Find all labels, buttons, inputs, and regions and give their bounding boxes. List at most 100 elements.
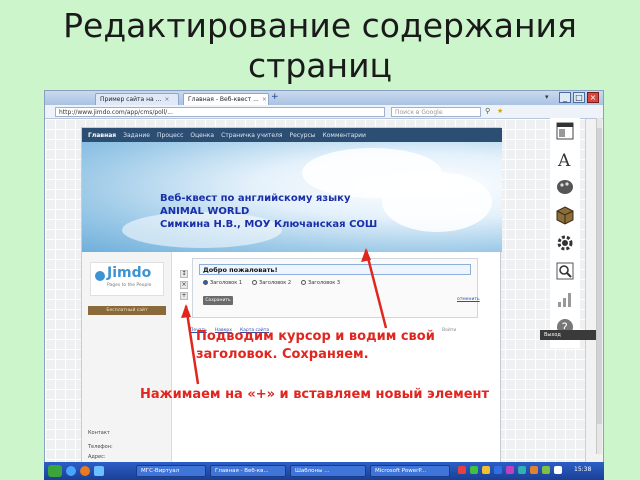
tray-icon[interactable]	[506, 466, 514, 474]
taskbar-item[interactable]: Шаблоны ...	[290, 465, 366, 477]
browser-screenshot: Пример сайта на ... × Главная - Веб-квест…	[44, 90, 604, 480]
stats-icon[interactable]	[554, 288, 576, 310]
nav-item-evaluation[interactable]: Оценка	[190, 132, 214, 139]
site-banner: Веб-квест по английскому языку ANIMAL WO…	[160, 192, 377, 231]
site-nav: Главная Задание Процесс Оценка Страничка…	[82, 128, 502, 142]
maximize-button[interactable]: □	[573, 92, 585, 103]
nav-item-process[interactable]: Процесс	[157, 132, 183, 139]
radio-option[interactable]: Заголовок 3	[301, 280, 340, 286]
header-image: Веб-квест по английскому языку ANIMAL WO…	[82, 142, 502, 252]
radio-label: Заголовок 1	[210, 280, 243, 286]
taskbar-item[interactable]: МГС-Виртуал	[136, 465, 206, 477]
tray-icon[interactable]	[554, 466, 562, 474]
scrollbar[interactable]	[596, 118, 602, 454]
nav-item-teacher[interactable]: Страничка учителя	[221, 132, 282, 139]
cancel-link[interactable]: отменить	[457, 297, 480, 302]
layout-icon[interactable]	[554, 120, 576, 142]
star-icon[interactable]: ★	[497, 107, 503, 115]
radio-option[interactable]: Заголовок 2	[252, 280, 291, 286]
scrollbar-thumb[interactable]	[597, 128, 602, 424]
free-site-button[interactable]: Бесплатный сайт	[88, 306, 166, 315]
search-input[interactable]: Поиск в Google	[391, 107, 481, 117]
element-toolbar: ↕ × +	[180, 270, 190, 314]
login-link[interactable]: Войти	[442, 328, 456, 333]
tab-label: Пример сайта на ...	[100, 96, 162, 103]
minimize-button[interactable]: _	[559, 92, 571, 103]
box-icon[interactable]	[554, 204, 576, 226]
logout-button[interactable]: Выход	[540, 330, 596, 340]
slide-title: Редактирование содержания страниц	[0, 6, 640, 86]
save-button[interactable]: Сохранить	[203, 296, 233, 305]
close-icon[interactable]: ×	[164, 96, 169, 103]
radio-label: Заголовок 3	[308, 280, 341, 286]
move-icon[interactable]: ↕	[180, 270, 188, 278]
logout-label: Выход	[544, 332, 561, 338]
contact-phone: Телефон:	[88, 444, 113, 450]
site-sidebar: Jimdo Pages to the People Бесплатный сай…	[82, 252, 172, 470]
logo-word: Jimdo	[107, 265, 152, 281]
banner-line: ANIMAL WORLD	[160, 206, 250, 217]
radio-label: Заголовок 2	[259, 280, 292, 286]
windows-taskbar: МГС-Виртуал Главная - Веб-кв... Шаблоны …	[44, 462, 604, 480]
close-icon[interactable]: ×	[262, 96, 267, 103]
radio-icon	[301, 280, 307, 285]
gear-icon[interactable]	[554, 232, 576, 254]
tray-icon[interactable]	[458, 466, 466, 474]
jimdo-logo[interactable]: Jimdo Pages to the People	[90, 262, 164, 296]
delete-icon[interactable]: ×	[180, 281, 188, 289]
contact-heading: Контакт	[88, 430, 110, 436]
logo-tagline: Pages to the People	[107, 283, 152, 288]
radio-selected-icon	[203, 280, 208, 285]
add-element-button[interactable]: +	[180, 292, 188, 300]
address-bar: http://www.jimdo.com/app/cms/poll/... По…	[45, 105, 603, 119]
close-window-button[interactable]: ×	[587, 92, 599, 103]
browser-tab[interactable]: Пример сайта на ... ×	[95, 93, 179, 105]
nav-item-home[interactable]: Главная	[88, 132, 116, 139]
nav-item-comments[interactable]: Комментарии	[323, 132, 366, 139]
tray-icon[interactable]	[518, 466, 526, 474]
banner-line: Веб-квест по английскому языку	[160, 193, 351, 204]
magnifier-icon[interactable]	[554, 260, 576, 282]
jimdo-face-icon	[95, 271, 105, 281]
jimdo-page: Главная Задание Процесс Оценка Страничка…	[81, 127, 502, 470]
slide-title-line1: Редактирование содержания	[63, 6, 577, 45]
annotation-line: заголовок. Сохраняем.	[196, 347, 369, 362]
radio-icon	[252, 280, 258, 285]
clock: 15:38	[574, 466, 592, 473]
start-icon[interactable]	[48, 465, 62, 477]
annotation-plus: Нажимаем на «+» и вставляем новый элемен…	[140, 387, 490, 402]
new-tab-button[interactable]: +	[271, 92, 279, 102]
taskbar-item[interactable]: Microsoft PowerP...	[370, 465, 450, 477]
annotation-heading: Подводим курсор и водим свой заголовок. …	[196, 328, 435, 364]
radio-option[interactable]: Заголовок 1	[203, 280, 242, 286]
svg-text:A: A	[557, 151, 571, 169]
firefox-icon[interactable]	[80, 466, 90, 476]
tray-icon[interactable]	[482, 466, 490, 474]
font-icon[interactable]: A	[554, 148, 576, 170]
banner-line: Симкина Н.В., МОУ Ключанская СОШ	[160, 219, 378, 230]
taskbar-item[interactable]: Главная - Веб-кв...	[210, 465, 286, 477]
nav-item-resources[interactable]: Ресурсы	[289, 132, 315, 139]
tray-icon[interactable]	[494, 466, 502, 474]
media-icon[interactable]	[94, 466, 104, 476]
tab-label: Главная - Веб-квест ...	[188, 96, 259, 103]
heading-input[interactable]: Добро пожаловать!	[199, 264, 471, 275]
browser-viewport: Главная Задание Процесс Оценка Страничка…	[45, 119, 585, 470]
palette-icon[interactable]	[554, 176, 576, 198]
nav-item-task[interactable]: Задание	[123, 132, 150, 139]
tray-icon[interactable]	[530, 466, 538, 474]
contact-address: Адрес:	[88, 454, 106, 460]
cloud-shape	[382, 172, 492, 232]
slide-title-line2: страниц	[247, 46, 393, 85]
annotation-line: Подводим курсор и водим свой	[196, 329, 435, 344]
chevron-down-icon[interactable]: ▾	[545, 93, 549, 101]
tray-icon[interactable]	[470, 466, 478, 474]
heading-size-options: Заголовок 1 Заголовок 2 Заголовок 3	[203, 280, 340, 286]
url-input[interactable]: http://www.jimdo.com/app/cms/poll/...	[55, 107, 385, 117]
heading-editor: Добро пожаловать! Заголовок 1 Заголовок …	[192, 258, 480, 318]
tray-icon[interactable]	[542, 466, 550, 474]
browser-tab-active[interactable]: Главная - Веб-квест ... ×	[183, 93, 269, 105]
ie-icon[interactable]	[66, 466, 76, 476]
search-icon[interactable]: ⚲	[485, 107, 490, 115]
browser-tab-bar: Пример сайта на ... × Главная - Веб-квест…	[45, 91, 603, 105]
